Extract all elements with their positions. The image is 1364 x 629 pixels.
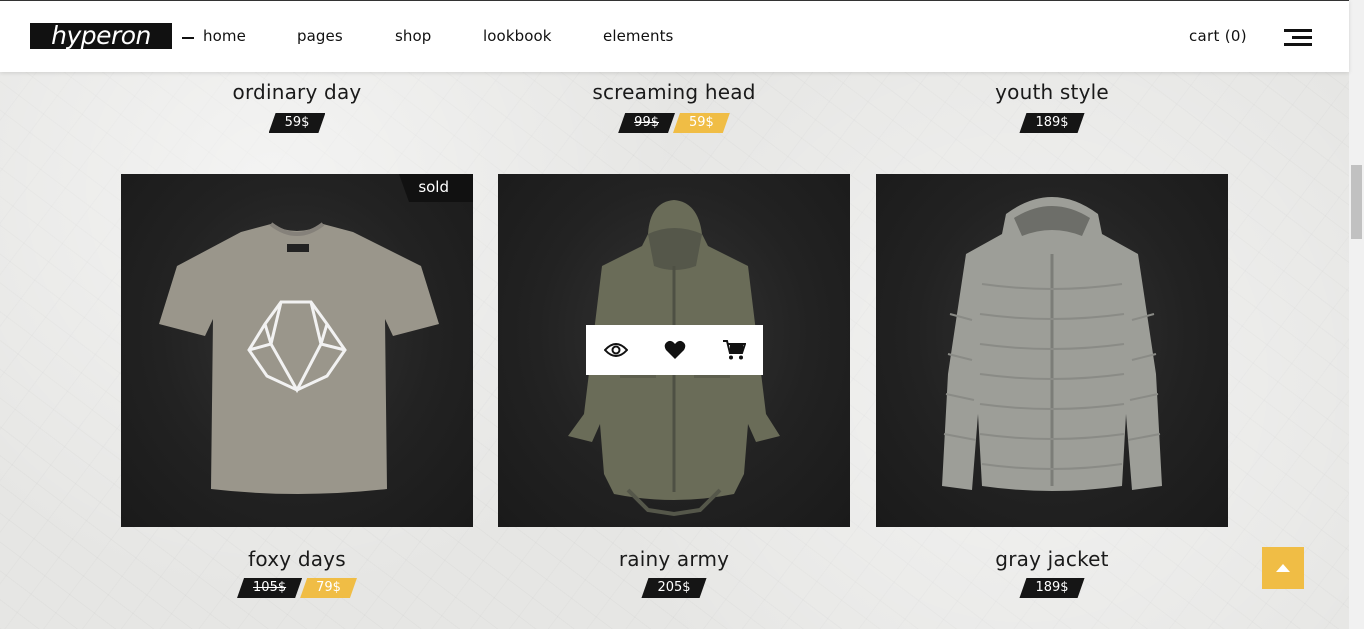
product-image-parka[interactable] bbox=[498, 174, 850, 527]
sale-price-tag: 59$ bbox=[673, 113, 730, 133]
nav-home[interactable]: home bbox=[203, 27, 246, 45]
puffer-jacket-image bbox=[942, 197, 1162, 491]
scrollbar-thumb[interactable] bbox=[1351, 165, 1362, 239]
product-image-puffer-jacket[interactable] bbox=[876, 174, 1228, 527]
cart-icon[interactable] bbox=[721, 337, 747, 363]
product-image-t-shirt[interactable]: sold bbox=[121, 174, 473, 527]
price-row: 189$ bbox=[876, 578, 1228, 598]
old-price-tag: 105$ bbox=[237, 578, 302, 598]
price-tag: 189$ bbox=[1019, 113, 1084, 133]
heart-icon[interactable] bbox=[662, 337, 688, 363]
price-row: 59$ bbox=[121, 113, 473, 133]
old-price-tag: 99$ bbox=[618, 113, 675, 133]
cart-link[interactable]: cart (0) bbox=[1189, 27, 1247, 45]
product-title[interactable]: screaming head bbox=[498, 80, 850, 104]
nav-lookbook[interactable]: lookbook bbox=[483, 27, 552, 45]
product-title[interactable]: youth style bbox=[876, 80, 1228, 104]
product-action-bar bbox=[586, 325, 763, 375]
price-row: 205$ bbox=[498, 578, 850, 598]
active-nav-indicator bbox=[182, 37, 194, 39]
hamburger-menu-icon[interactable] bbox=[1284, 29, 1312, 47]
scrollbar-track[interactable] bbox=[1349, 0, 1364, 629]
nav-elements[interactable]: elements bbox=[603, 27, 673, 45]
site-header: hyperon home pages shop lookbook element… bbox=[0, 0, 1349, 72]
eye-icon[interactable] bbox=[603, 337, 629, 363]
product-title[interactable]: gray jacket bbox=[876, 547, 1228, 571]
price-row: 99$ 59$ bbox=[498, 113, 850, 133]
site-logo[interactable]: hyperon bbox=[30, 23, 172, 49]
price-row: 105$ 79$ bbox=[121, 578, 473, 598]
product-title[interactable]: foxy days bbox=[121, 547, 473, 571]
price-tag: 189$ bbox=[1019, 578, 1084, 598]
t-shirt-image bbox=[159, 222, 439, 494]
price-tag: 59$ bbox=[269, 113, 326, 133]
arrow-up-icon bbox=[1276, 564, 1290, 572]
product-title[interactable]: rainy army bbox=[498, 547, 850, 571]
nav-pages[interactable]: pages bbox=[297, 27, 343, 45]
product-title[interactable]: ordinary day bbox=[121, 80, 473, 104]
sale-price-tag: 79$ bbox=[300, 578, 357, 598]
back-to-top-button[interactable] bbox=[1262, 547, 1304, 589]
nav-shop[interactable]: shop bbox=[395, 27, 431, 45]
price-row: 189$ bbox=[876, 113, 1228, 133]
price-tag: 205$ bbox=[641, 578, 706, 598]
